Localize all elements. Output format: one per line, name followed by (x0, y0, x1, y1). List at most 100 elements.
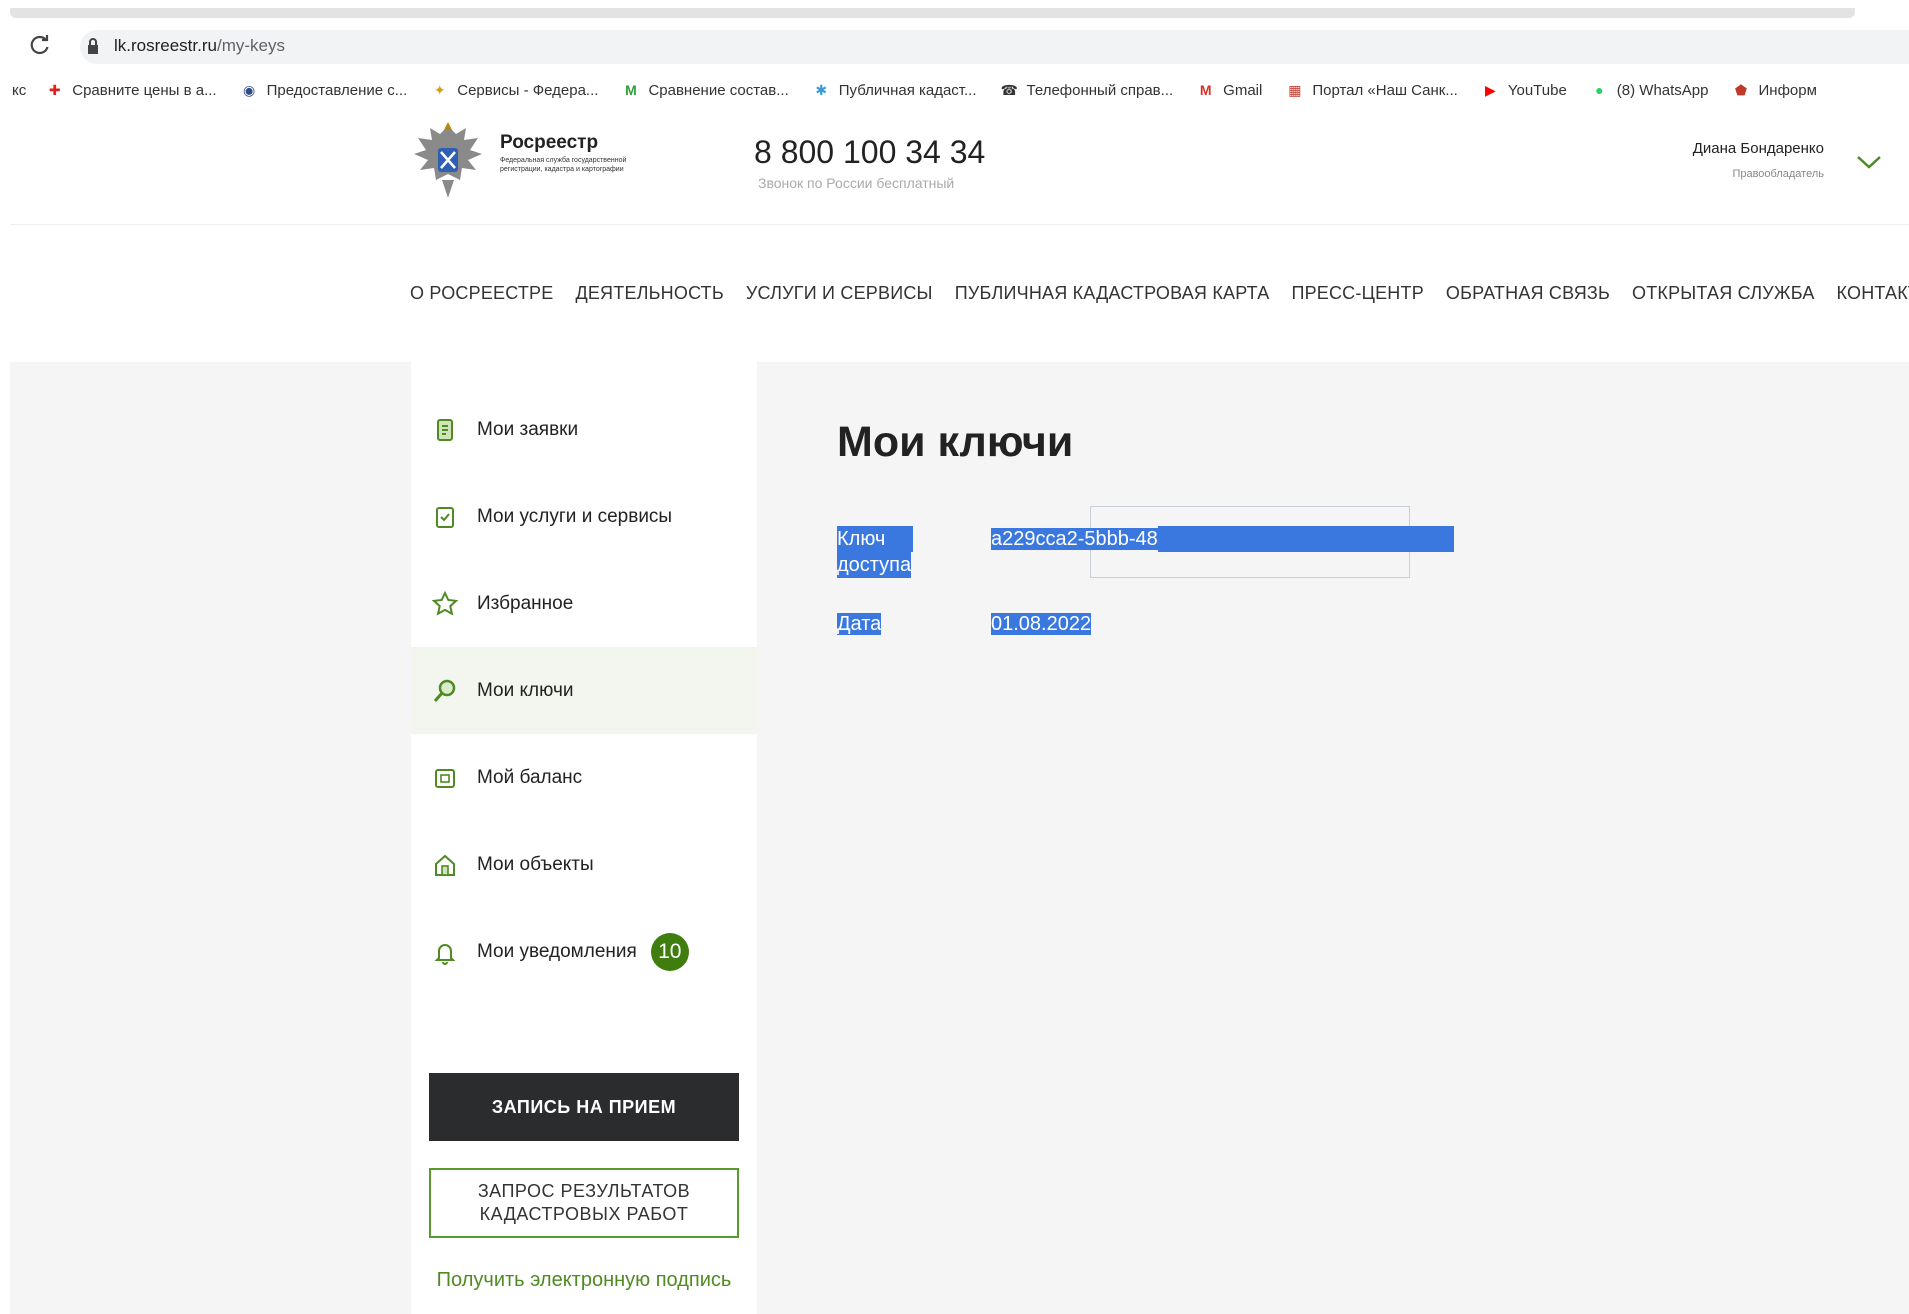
phone-icon: ☎ (1000, 81, 1018, 98)
gov-emblem-icon: ◉ (242, 81, 256, 98)
bookmark-label: Публичная кадаст... (838, 81, 977, 99)
youtube-icon: ▶ (1484, 81, 1496, 98)
main-nav: О РОСРЕЕСТРЕ ДЕЯТЕЛЬНОСТЬ УСЛУГИ И СЕРВИСЫ… (410, 283, 1909, 309)
star-icon (431, 590, 459, 618)
date-label: Дата (837, 611, 882, 637)
sidebar-item[interactable]: Мои объекты (411, 821, 757, 908)
bookmark-label: Gmail (1223, 81, 1263, 99)
sidebar-item-label: Мои заявки (477, 418, 579, 440)
key-label-line2: доступа (837, 552, 912, 578)
sidebar-item[interactable]: Избранное (411, 560, 757, 647)
sidebar-item[interactable]: Мои уведомления 10 (411, 908, 757, 995)
bell-icon (431, 938, 459, 966)
sidebar-item-label: Мои объекты (477, 853, 594, 875)
content-area (757, 362, 1909, 1314)
eagle-icon: ✦ (433, 81, 446, 98)
nav-item[interactable]: ПРЕСС-ЦЕНТР (1291, 283, 1423, 309)
bookmark-item[interactable]: ◉ Предоставление с... (241, 81, 408, 99)
logo-name[interactable]: Росреестр (500, 132, 598, 154)
date-value-text: 01.08.2022 (991, 613, 1092, 635)
rosreestr-emblem-icon[interactable] (410, 118, 486, 204)
sidebar-item-label: Мои уведомления (477, 940, 637, 962)
reload-icon[interactable] (28, 33, 52, 57)
bookmark-item[interactable]: ▦ Портал «Наш Санк... (1286, 82, 1458, 99)
phone-note: Звонок по России бесплатный (758, 175, 955, 191)
bookmark-label: Телефонный справ... (1026, 81, 1174, 99)
bookmark-label: кс (12, 81, 27, 99)
date-value: 01.08.2022 (991, 611, 1092, 637)
bookmark-item[interactable]: M Gmail (1197, 81, 1263, 99)
bookmark-item[interactable]: ✚ Сравните цены в а... (46, 81, 217, 99)
bookmark-item[interactable]: ▶ YouTube (1482, 82, 1567, 99)
nav-item[interactable]: ОБРАТНАЯ СВЯЗЬ (1446, 283, 1610, 309)
key-label: Ключ доступа (837, 526, 914, 578)
user-name[interactable]: Диана Бондаренко (1693, 140, 1824, 157)
bookmarks-bar: кс ✚ Сравните цены в а... ◉ Предоставление с… (0, 78, 1909, 102)
url-path: /my-keys (216, 36, 285, 55)
bookmark-label: Информ (1758, 81, 1817, 99)
get-signature-link[interactable]: Получить электронную подпись (429, 1266, 739, 1294)
bookmark-item[interactable]: ☎ Телефонный справ... (1001, 82, 1174, 99)
cadastral-request-label: ЗАПРОС РЕЗУЛЬТАТОВ КАДАСТРОВЫХ РАБОТ (477, 1181, 691, 1224)
bookmark-item[interactable]: ● (8) WhatsApp (1591, 81, 1709, 99)
document-icon (431, 416, 459, 444)
key-label-line1: Ключ (837, 526, 914, 552)
chevron-down-icon[interactable] (1855, 152, 1883, 172)
bookmark-item[interactable]: M Сравнение состав... (622, 81, 789, 99)
sidebar-item[interactable]: Мои ключи (411, 647, 757, 734)
appointment-button[interactable]: ЗАПИСЬ НА ПРИЕМ (429, 1073, 739, 1141)
sidebar-item[interactable]: Мой баланс (411, 734, 757, 821)
nav-item[interactable]: УСЛУГИ И СЕРВИСЫ (746, 283, 933, 309)
m-letter-icon: M (625, 81, 637, 98)
sidebar-item-label: Мои ключи (477, 679, 574, 701)
bookmark-label: Сервисы - Федера... (457, 81, 599, 99)
hotline-phone[interactable]: 8 800 100 34 34 (754, 134, 985, 171)
browser-tabstrip (0, 0, 1909, 20)
logo-subtitle: Федеральная служба государственной регис… (500, 157, 627, 173)
page-title: Мои ключи (837, 418, 1074, 466)
sidebar-item-label: Мои услуги и сервисы (477, 505, 673, 527)
url-text[interactable]: lk.rosreestr.ru/my-keys (114, 36, 285, 56)
sidebar-item[interactable]: Мои услуги и сервисы (411, 473, 757, 560)
red-cross-icon: ✚ (48, 81, 61, 98)
bookmark-label: Предоставление с... (266, 81, 408, 99)
cadastral-request-button[interactable]: ЗАПРОС РЕЗУЛЬТАТОВ КАДАСТРОВЫХ РАБОТ (429, 1168, 739, 1238)
bookmark-label: Сравнение состав... (648, 81, 789, 99)
sidebar-item-label: Мой баланс (477, 766, 583, 788)
bookmark-item[interactable]: ✱ Публичная кадаст... (813, 81, 977, 99)
nav-item[interactable]: О РОСРЕЕСТРЕ (410, 283, 553, 309)
gmail-icon: M (1199, 81, 1212, 98)
shield-icon: ⬟ (1734, 81, 1748, 98)
sidebar-item[interactable]: Мои заявки (411, 386, 757, 473)
key-icon (431, 677, 459, 705)
key-value-text: a229cca2-5bbb-48 (991, 528, 1158, 550)
key-value: a229cca2-5bbb-48 (991, 526, 1454, 552)
url-host: lk.rosreestr.ru (114, 36, 217, 55)
nav-item[interactable]: ПУБЛИЧНАЯ КАДАСТРОВАЯ КАРТА (955, 283, 1270, 309)
bookmark-label: YouTube (1507, 81, 1567, 99)
left-background (10, 362, 411, 1314)
notification-count-badge: 10 (650, 932, 689, 971)
nav-item[interactable]: ОТКРЫТАЯ СЛУЖБА (1632, 283, 1815, 309)
bookmark-item[interactable]: ⬟ Информ (1733, 82, 1817, 99)
date-label-text: Дата (837, 613, 882, 635)
house-icon (431, 851, 459, 879)
bookmark-item[interactable]: кс (12, 82, 26, 99)
bookmark-item[interactable]: ✦ Сервисы - Федера... (431, 81, 599, 99)
portal-icon: ▦ (1288, 81, 1302, 98)
lock-icon (86, 37, 100, 55)
user-role: Правообладатель (1732, 168, 1824, 180)
map-pin-icon: ✱ (815, 81, 828, 98)
tab-bar (10, 8, 1855, 18)
bookmark-label: Сравните цены в а... (72, 81, 217, 99)
address-bar[interactable] (80, 30, 1909, 64)
checklist-icon (431, 503, 459, 531)
wallet-icon (431, 764, 459, 792)
bookmark-label: (8) WhatsApp (1616, 81, 1709, 99)
key-value-selection (1157, 526, 1454, 552)
nav-item[interactable]: КОНТАКТЫ (1837, 283, 1909, 309)
nav-item[interactable]: ДЕЯТЕЛЬНОСТЬ (575, 283, 723, 309)
bookmark-label: Портал «Наш Санк... (1312, 81, 1458, 99)
whatsapp-icon: ● (1595, 81, 1604, 98)
sidebar-item-label: Избранное (477, 592, 574, 614)
